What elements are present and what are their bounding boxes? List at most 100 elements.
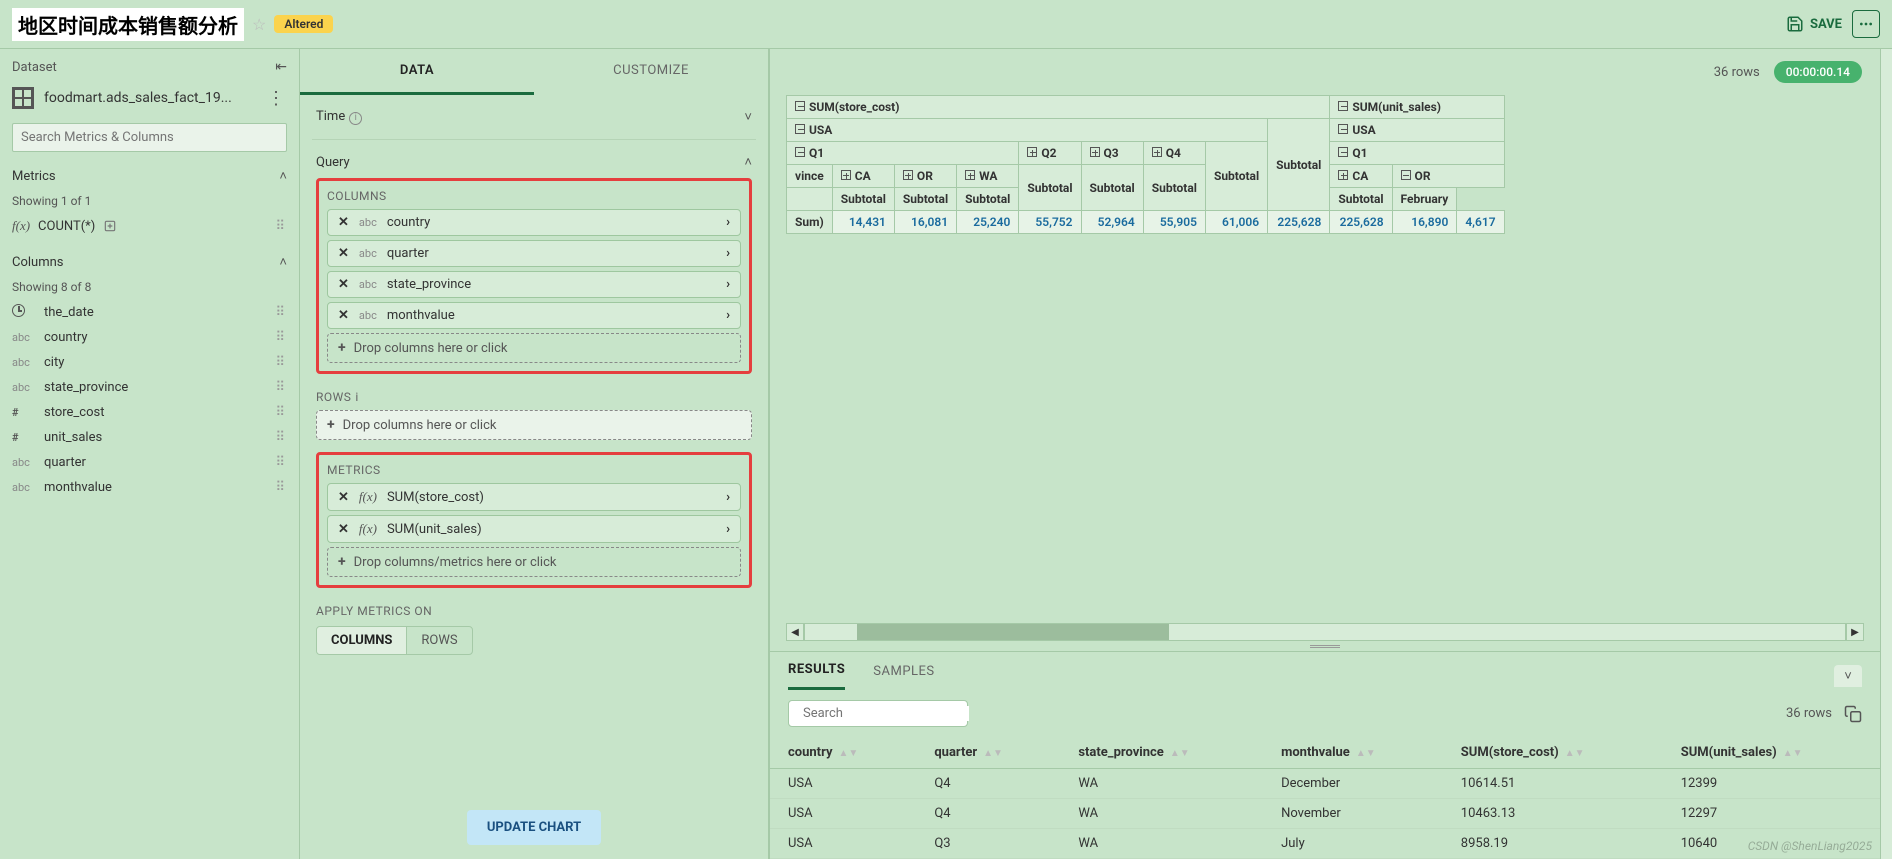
time-section-header[interactable]: Timei ˅ [316, 109, 752, 125]
scroll-left-icon[interactable]: ◀ [786, 623, 804, 641]
text-icon: abc [12, 481, 30, 494]
sort-icon[interactable]: ▲▼ [1170, 748, 1190, 759]
results-table[interactable]: country▲▼quarter▲▼state_province▲▼monthv… [770, 737, 1880, 859]
apply-columns-button[interactable]: COLUMNS [317, 627, 406, 654]
results-row-count: 36 rows [1786, 706, 1832, 721]
query-timer: 00:00:00.14 [1774, 61, 1862, 83]
columns-section-header[interactable]: Columns ˄ [12, 254, 287, 270]
results-header[interactable]: state_province▲▼ [1060, 737, 1263, 769]
tab-samples[interactable]: SAMPLES [873, 664, 934, 689]
sort-icon[interactable]: ▲▼ [1356, 748, 1376, 759]
more-menu-button[interactable] [1852, 10, 1880, 38]
expand-icon[interactable] [903, 170, 913, 180]
drop-rows[interactable]: + Drop columns here or click [316, 410, 752, 440]
collapse-sidebar-icon[interactable]: ⇤ [275, 59, 287, 75]
drag-handle-icon: ⠿ [275, 455, 287, 470]
results-search-input[interactable] [803, 706, 969, 721]
info-icon: i [355, 390, 358, 404]
metrics-section-header[interactable]: Metrics ˄ [12, 168, 287, 184]
vertical-scrollbar[interactable] [1880, 49, 1892, 859]
column-item[interactable]: abccountry⠿ [12, 330, 287, 345]
results-header[interactable]: SUM(store_cost)▲▼ [1443, 737, 1663, 769]
search-input[interactable] [21, 130, 278, 145]
table-row[interactable]: USAQ4WANovember10463.1312297 [770, 799, 1880, 829]
column-item[interactable]: the_date⠿ [12, 304, 287, 320]
text-icon: abc [12, 381, 30, 394]
column-item[interactable]: #store_cost⠿ [12, 405, 287, 420]
resize-handle[interactable] [770, 641, 1880, 651]
tab-data[interactable]: DATA [300, 49, 534, 95]
fx-icon: f(x) [359, 489, 377, 505]
tab-results[interactable]: RESULTS [788, 662, 845, 690]
drop-metrics[interactable]: + Drop columns/metrics here or click [327, 547, 741, 577]
apply-rows-button[interactable]: ROWS [406, 627, 471, 654]
dataset-label: Dataset [12, 60, 57, 75]
results-header[interactable]: SUM(unit_sales)▲▼ [1663, 737, 1880, 769]
column-item[interactable]: abcstate_province⠿ [12, 380, 287, 395]
results-header[interactable]: country▲▼ [770, 737, 916, 769]
expand-icon[interactable] [1090, 147, 1100, 157]
collapse-icon[interactable] [1401, 170, 1411, 180]
collapse-icon[interactable] [1338, 101, 1348, 111]
results-search[interactable] [788, 700, 968, 727]
remove-icon[interactable]: ✕ [338, 215, 349, 230]
remove-icon[interactable]: ✕ [338, 522, 349, 537]
search-metrics-columns[interactable] [12, 123, 287, 152]
remove-icon[interactable]: ✕ [338, 308, 349, 323]
sort-icon[interactable]: ▲▼ [983, 748, 1003, 759]
chevron-right-icon: › [726, 308, 730, 323]
update-chart-button[interactable]: UPDATE CHART [467, 810, 601, 845]
collapse-icon[interactable] [795, 101, 805, 111]
sort-icon[interactable]: ▲▼ [839, 748, 859, 759]
dataset-menu-button[interactable]: ⋮ [267, 88, 287, 109]
table-row[interactable]: USAQ4WADecember10614.5112399 [770, 769, 1880, 799]
column-pill[interactable]: ✕abcstate_province› [327, 271, 741, 298]
copy-icon[interactable] [1844, 705, 1862, 723]
expand-icon[interactable] [965, 170, 975, 180]
drag-handle-icon: ⠿ [275, 305, 287, 320]
drop-columns[interactable]: + Drop columns here or click [327, 333, 741, 363]
metric-pill[interactable]: ✕f(x)SUM(unit_sales)› [327, 515, 741, 543]
text-icon: abc [12, 456, 30, 469]
apply-metrics-toggle[interactable]: COLUMNS ROWS [316, 626, 473, 655]
save-button[interactable]: SAVE [1786, 15, 1842, 33]
scroll-thumb[interactable] [857, 624, 1169, 640]
table-row[interactable]: USAQ3WAJuly8958.1910640 [770, 829, 1880, 859]
horizontal-scrollbar[interactable]: ◀ ▶ [786, 623, 1864, 641]
altered-badge[interactable]: Altered [274, 15, 333, 33]
remove-icon[interactable]: ✕ [338, 246, 349, 261]
favorite-star-icon[interactable]: ☆ [252, 15, 266, 34]
collapse-icon[interactable] [795, 124, 805, 134]
results-header[interactable]: monthvalue▲▼ [1263, 737, 1443, 769]
column-item[interactable]: #unit_sales⠿ [12, 430, 287, 445]
remove-icon[interactable]: ✕ [338, 277, 349, 292]
expand-icon[interactable] [1027, 147, 1037, 157]
collapse-results-icon[interactable]: ˅ [1834, 665, 1862, 687]
expand-icon[interactable] [841, 170, 851, 180]
remove-icon[interactable]: ✕ [338, 490, 349, 505]
dataset-grid-icon [12, 87, 34, 109]
pivot-table[interactable]: SUM(store_cost) SUM(unit_sales) USA Subt… [786, 95, 1505, 234]
metric-item[interactable]: f(x) COUNT(*) ⠿ [12, 218, 287, 234]
column-pill[interactable]: ✕abcquarter› [327, 240, 741, 267]
column-item[interactable]: abccity⠿ [12, 355, 287, 370]
sort-icon[interactable]: ▲▼ [1783, 748, 1803, 759]
query-section-header[interactable]: Query ˄ [316, 154, 752, 170]
dataset-name[interactable]: foodmart.ads_sales_fact_19... [44, 90, 257, 106]
column-item[interactable]: abcquarter⠿ [12, 455, 287, 470]
chevron-right-icon: › [726, 277, 730, 292]
scroll-right-icon[interactable]: ▶ [1846, 623, 1864, 641]
sort-icon[interactable]: ▲▼ [1565, 748, 1585, 759]
expand-icon[interactable] [1338, 170, 1348, 180]
results-header[interactable]: quarter▲▼ [916, 737, 1060, 769]
collapse-icon[interactable] [1338, 147, 1348, 157]
clock-icon [12, 304, 25, 317]
tab-customize[interactable]: CUSTOMIZE [534, 49, 768, 95]
column-pill[interactable]: ✕abcmonthvalue› [327, 302, 741, 329]
expand-icon[interactable] [1152, 147, 1162, 157]
collapse-icon[interactable] [1338, 124, 1348, 134]
collapse-icon[interactable] [795, 147, 805, 157]
metric-pill[interactable]: ✕f(x)SUM(store_cost)› [327, 483, 741, 511]
column-pill[interactable]: ✕abccountry› [327, 209, 741, 236]
column-item[interactable]: abcmonthvalue⠿ [12, 480, 287, 495]
